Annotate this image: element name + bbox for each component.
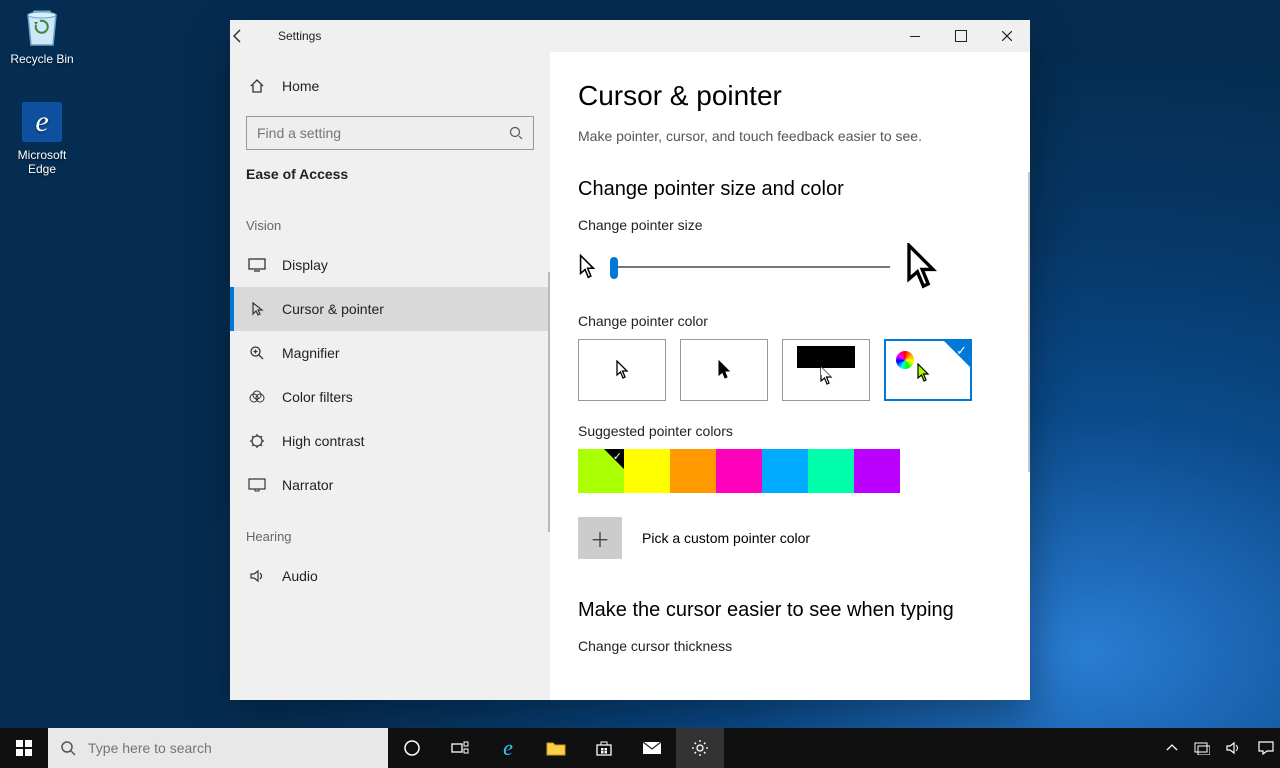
nav-magnifier[interactable]: Magnifier [230, 331, 550, 375]
color-swatch[interactable] [670, 449, 716, 493]
nav-cursor-pointer[interactable]: Cursor & pointer [230, 287, 550, 331]
nav-narrator[interactable]: Narrator [230, 463, 550, 507]
content-scrollbar[interactable] [1028, 172, 1030, 472]
taskbar-settings[interactable] [676, 728, 724, 768]
cursor-small-icon [578, 254, 596, 280]
tile-inverted[interactable] [782, 339, 870, 401]
taskbar-search-input[interactable] [88, 740, 376, 756]
system-tray [1166, 728, 1280, 768]
suggested-colors-label: Suggested pointer colors [578, 423, 994, 439]
pointer-size-label: Change pointer size [578, 217, 994, 233]
pointer-color-tiles: ✓ [578, 339, 994, 401]
tray-action-center-icon[interactable] [1258, 741, 1274, 755]
windows-icon [16, 740, 32, 756]
taskbar: e [0, 728, 1280, 768]
color-swatch[interactable] [624, 449, 670, 493]
taskbar-search[interactable] [48, 728, 388, 768]
color-swatch[interactable]: ✓ [578, 449, 624, 493]
color-swatch[interactable] [854, 449, 900, 493]
page-description: Make pointer, cursor, and touch feedback… [578, 128, 994, 144]
section-heading: Make the cursor easier to see when typin… [578, 599, 994, 622]
color-filters-icon [246, 390, 268, 404]
pointer-size-slider[interactable] [610, 255, 890, 279]
recycle-bin-icon [20, 4, 64, 48]
color-swatch[interactable] [808, 449, 854, 493]
nav-item-label: Magnifier [282, 345, 340, 361]
tray-volume-icon[interactable] [1226, 741, 1242, 755]
cursor-icon [246, 301, 268, 317]
checkmark-icon: ✓ [956, 343, 967, 359]
search-icon [60, 740, 76, 756]
color-swatch[interactable] [762, 449, 808, 493]
task-view-button[interactable] [436, 728, 484, 768]
desktop-icon-edge[interactable]: e Microsoft Edge [4, 100, 80, 176]
nav-display[interactable]: Display [230, 243, 550, 287]
sidebar: Home Ease of Access Vision Display Curso… [230, 52, 550, 700]
nav-item-label: Narrator [282, 477, 333, 493]
nav-color-filters[interactable]: Color filters [230, 375, 550, 419]
color-wheel-icon [896, 351, 914, 369]
color-swatch[interactable] [716, 449, 762, 493]
edge-icon: e [20, 100, 64, 144]
content-pane: Cursor & pointer Make pointer, cursor, a… [550, 52, 1030, 700]
taskbar-edge[interactable]: e [484, 728, 532, 768]
nav-item-label: Display [282, 257, 328, 273]
close-button[interactable] [984, 20, 1030, 52]
settings-window: Settings Home Ease of Access Vision Disp… [230, 20, 1030, 700]
suggested-colors: ✓ [578, 449, 994, 493]
section-label: Ease of Access [230, 162, 550, 196]
maximize-button[interactable] [938, 20, 984, 52]
nav-item-label: Cursor & pointer [282, 301, 384, 317]
narrator-icon [246, 478, 268, 492]
titlebar: Settings [230, 20, 1030, 52]
taskbar-file-explorer[interactable] [532, 728, 580, 768]
sidebar-search[interactable] [246, 116, 534, 150]
desktop-icon-recycle-bin[interactable]: Recycle Bin [4, 4, 80, 66]
display-icon [246, 258, 268, 272]
taskbar-mail[interactable] [628, 728, 676, 768]
tray-chevron-icon[interactable] [1166, 743, 1178, 753]
tile-custom-color[interactable]: ✓ [884, 339, 972, 401]
cursor-large-icon [904, 243, 938, 291]
cortana-button[interactable] [388, 728, 436, 768]
pick-custom-color-button[interactable]: ＋ [578, 517, 622, 559]
page-title: Cursor & pointer [578, 80, 994, 112]
window-title: Settings [278, 29, 892, 43]
search-input[interactable] [257, 125, 509, 141]
nav-item-label: Color filters [282, 389, 353, 405]
start-button[interactable] [0, 728, 48, 768]
desktop-icon-label: Recycle Bin [4, 52, 80, 66]
group-hearing: Hearing [230, 507, 550, 554]
taskbar-store[interactable] [580, 728, 628, 768]
desktop-icon-label: Microsoft Edge [4, 148, 80, 176]
tile-black[interactable] [680, 339, 768, 401]
search-icon [509, 126, 523, 140]
nav-home[interactable]: Home [230, 64, 550, 108]
minimize-button[interactable] [892, 20, 938, 52]
cursor-thickness-label: Change cursor thickness [578, 638, 994, 654]
pick-custom-color-label: Pick a custom pointer color [642, 530, 810, 546]
home-icon [246, 78, 268, 94]
group-vision: Vision [230, 196, 550, 243]
high-contrast-icon [246, 433, 268, 449]
nav-home-label: Home [282, 78, 319, 94]
nav-item-label: High contrast [282, 433, 364, 449]
pointer-color-label: Change pointer color [578, 313, 994, 329]
back-button[interactable] [230, 28, 278, 44]
tile-white[interactable] [578, 339, 666, 401]
nav-audio[interactable]: Audio [230, 554, 550, 598]
nav-high-contrast[interactable]: High contrast [230, 419, 550, 463]
tray-network-icon[interactable] [1194, 741, 1210, 755]
magnifier-icon [246, 345, 268, 361]
section-heading: Change pointer size and color [578, 178, 994, 201]
audio-icon [246, 569, 268, 583]
nav-item-label: Audio [282, 568, 318, 584]
